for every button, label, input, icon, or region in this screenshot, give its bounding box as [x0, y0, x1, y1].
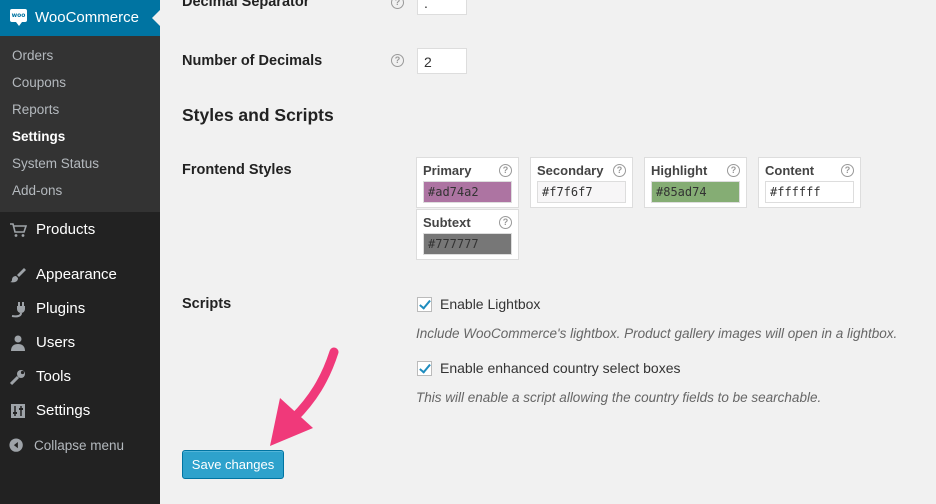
annotation-arrow-icon [270, 347, 339, 446]
